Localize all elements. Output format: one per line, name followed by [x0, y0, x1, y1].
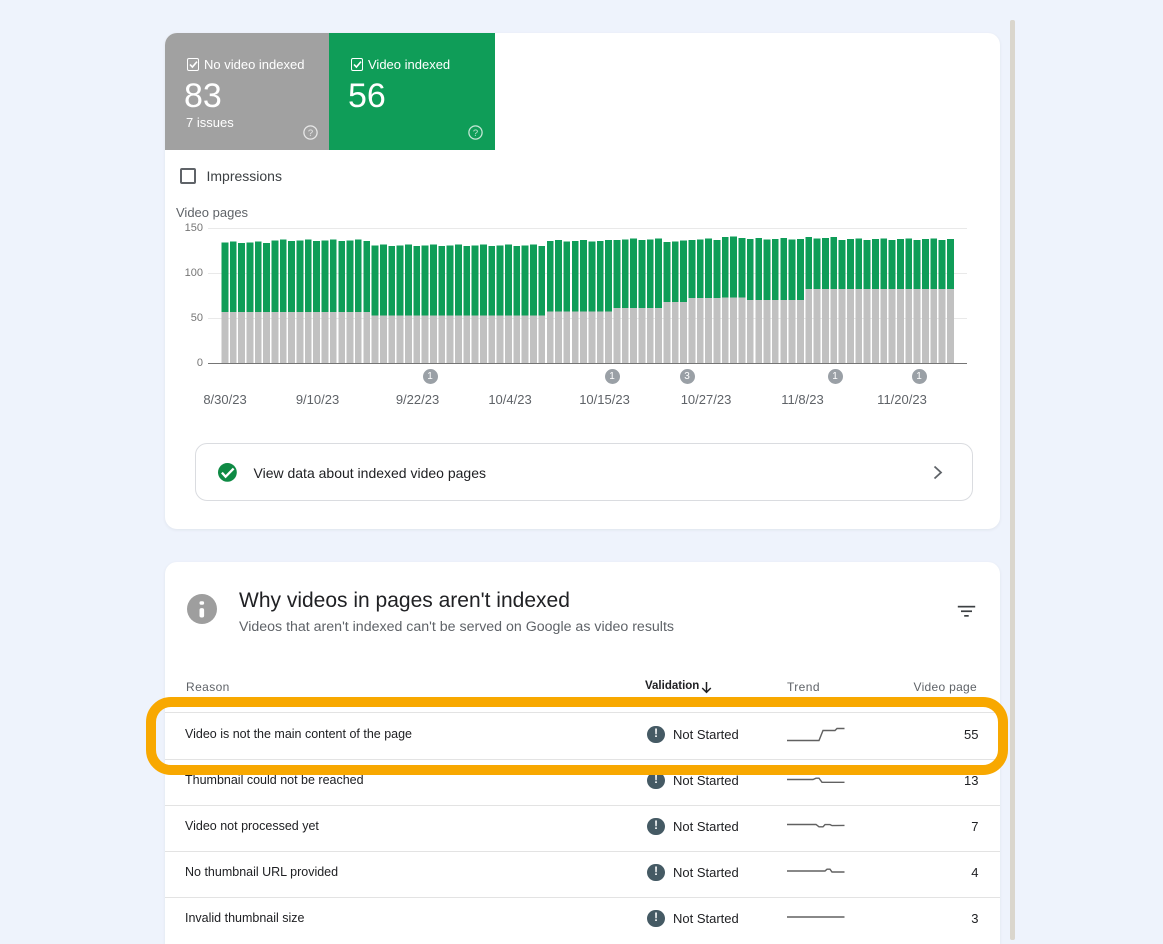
svg-text:?: ? [307, 127, 312, 138]
svg-text:?: ? [472, 127, 477, 138]
